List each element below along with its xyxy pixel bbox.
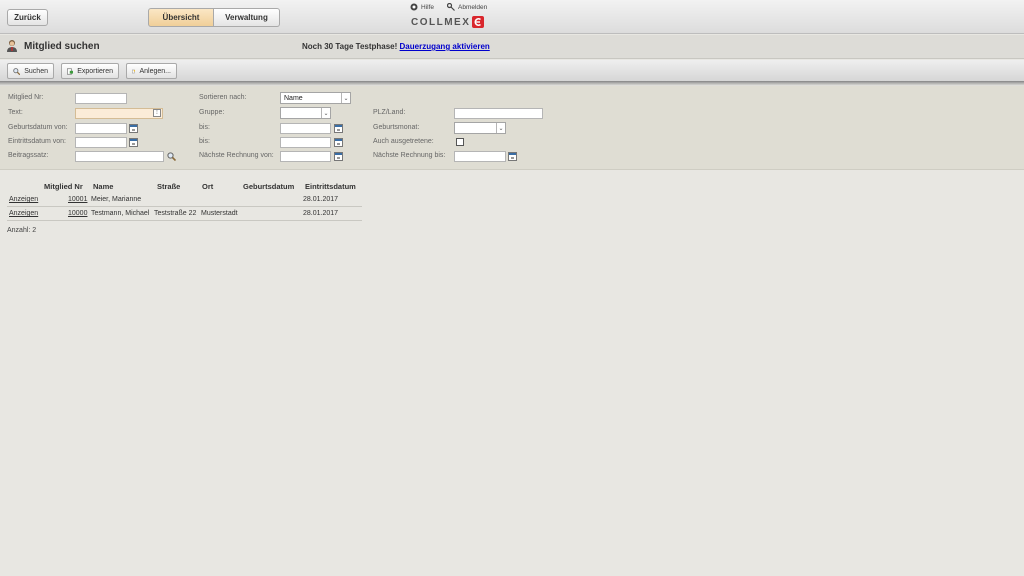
result-count: Anzahl: 2 — [7, 227, 37, 234]
member-entry-date: 28.01.2017 — [303, 196, 339, 203]
zip-country-label: PLZ/Land: — [373, 109, 406, 116]
title-bar: Mitglied suchen Noch 30 Tage Testphase! … — [0, 35, 1024, 59]
birth-to-calendar-icon[interactable] — [334, 124, 343, 133]
include-left-label: Auch ausgetretene: — [373, 138, 434, 145]
export-button[interactable]: Exportieren — [61, 63, 119, 79]
member-no-link[interactable]: 10001 — [68, 196, 87, 203]
member-no-input[interactable] — [75, 93, 127, 104]
entry-to-label: bis: — [199, 138, 210, 145]
group-label: Gruppe: — [199, 109, 225, 116]
next-invoice-from-input[interactable] — [280, 151, 331, 162]
zip-country-input[interactable] — [454, 108, 543, 119]
fee-input[interactable] — [75, 151, 164, 162]
next-invoice-to-calendar-icon[interactable] — [508, 152, 517, 161]
help-icon — [410, 3, 418, 11]
key-icon — [447, 3, 455, 11]
trial-notice: Noch 30 Tage Testphase! Dauerzugang akti… — [302, 42, 490, 51]
toolbar: Suchen Exportieren Anlegen... — [0, 60, 1024, 82]
collmex-logo: COLLMEX — [411, 16, 485, 28]
logout-link[interactable]: Abmelden — [447, 3, 487, 11]
sort-by-select[interactable]: Name ⌄ — [280, 92, 351, 104]
row-divider — [7, 206, 362, 207]
member-no-label: Mitglied Nr: — [8, 94, 44, 101]
new-document-icon — [132, 69, 136, 73]
show-member-link[interactable]: Anzeigen — [9, 210, 38, 217]
entry-from-label: Eintrittsdatum von: — [8, 138, 66, 145]
entry-to-input[interactable] — [280, 137, 331, 148]
member-entry-date: 28.01.2017 — [303, 210, 339, 217]
row-divider — [7, 220, 362, 221]
logo-text: COLLMEX — [411, 16, 471, 28]
text-input[interactable] — [75, 108, 163, 119]
search-label: Suchen — [24, 67, 48, 75]
birth-month-label: Geburtsmonat: — [373, 124, 420, 131]
magnifier-icon — [13, 67, 21, 75]
chevron-down-icon: ⌄ — [496, 123, 505, 133]
member-street: Teststraße 22 — [154, 210, 197, 217]
birth-from-input[interactable] — [75, 123, 127, 134]
help-label: Hilfe — [421, 3, 435, 11]
birth-from-label: Geburtsdatum von: — [8, 124, 68, 131]
help-link[interactable]: Hilfe — [410, 3, 434, 11]
logo-mark-icon — [472, 16, 485, 28]
member-name: Testmann, Michael — [91, 210, 150, 217]
entry-from-input[interactable] — [75, 137, 127, 148]
fee-search-icon[interactable] — [167, 152, 176, 161]
next-invoice-from-label: Nächste Rechnung von: — [199, 152, 274, 159]
chevron-down-icon: ⌄ — [341, 93, 350, 103]
text-label: Text: — [8, 109, 23, 116]
column-header-entry-date[interactable]: Eintrittsdatum — [305, 182, 356, 191]
export-label: Exportieren — [77, 67, 113, 75]
activate-access-link[interactable]: Dauerzugang aktivieren — [400, 42, 490, 51]
birth-from-calendar-icon[interactable] — [129, 124, 138, 133]
column-header-street[interactable]: Straße — [157, 182, 180, 191]
back-button[interactable]: Zurück — [7, 9, 48, 26]
next-invoice-from-calendar-icon[interactable] — [334, 152, 343, 161]
logout-label: Abmelden — [458, 3, 488, 11]
tab-administration[interactable]: Verwaltung — [214, 8, 280, 27]
next-invoice-to-input[interactable] — [454, 151, 506, 162]
entry-from-calendar-icon[interactable] — [129, 138, 138, 147]
sort-by-value: Name — [284, 94, 303, 102]
show-member-link[interactable]: Anzeigen — [9, 196, 38, 203]
entry-to-calendar-icon[interactable] — [334, 138, 343, 147]
tab-overview[interactable]: Übersicht — [148, 8, 214, 27]
top-bar: Zurück Übersicht Verwaltung Hilfe Abmeld… — [0, 0, 1024, 34]
group-select[interactable]: ⌄ — [280, 107, 331, 119]
member-no-link[interactable]: 10000 — [68, 210, 87, 217]
column-header-birthdate[interactable]: Geburtsdatum — [243, 182, 294, 191]
member-icon — [7, 40, 17, 52]
chevron-down-icon: ⌄ — [321, 108, 330, 118]
next-invoice-to-label: Nächste Rechnung bis: — [373, 152, 446, 159]
birth-to-label: bis: — [199, 124, 210, 131]
birth-month-select[interactable]: ⌄ — [454, 122, 506, 134]
member-city: Musterstadt — [201, 210, 238, 217]
text-picker-icon[interactable]: ⁝ — [153, 109, 161, 117]
fee-label: Beitragssatz: — [8, 152, 49, 159]
filter-panel: Mitglied Nr: Text: ⁝ Geburtsdatum von: E… — [0, 86, 1024, 170]
new-button[interactable]: Anlegen... — [126, 63, 177, 79]
include-left-checkbox[interactable] — [456, 138, 464, 146]
export-icon — [67, 67, 74, 75]
page-title: Mitglied suchen — [24, 41, 100, 52]
column-header-city[interactable]: Ort — [202, 182, 213, 191]
member-name: Meier, Marianne — [91, 196, 142, 203]
sort-by-label: Sortieren nach: — [199, 94, 247, 101]
birth-to-input[interactable] — [280, 123, 331, 134]
search-button[interactable]: Suchen — [7, 63, 54, 79]
trial-text: Noch 30 Tage Testphase! — [302, 42, 398, 51]
column-header-member-no[interactable]: Mitglied Nr — [44, 182, 83, 191]
column-header-name[interactable]: Name — [93, 182, 113, 191]
new-label: Anlegen... — [139, 67, 171, 75]
